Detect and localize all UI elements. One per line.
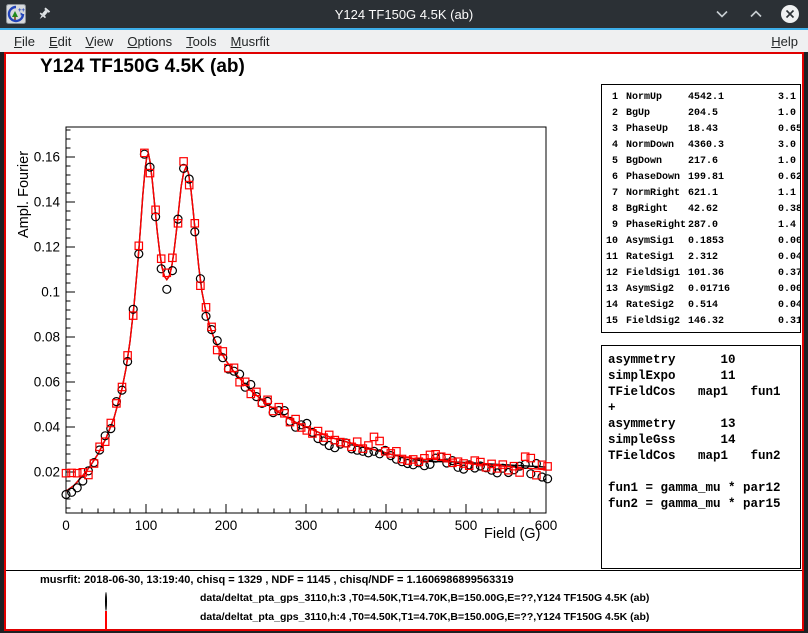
theory-line: TFieldCos map1 fun1 (608, 384, 800, 400)
data-markers-circles (62, 150, 552, 498)
close-icon (781, 5, 799, 23)
legend-entry-run2: data/deltat_pta_gps_3110,h:4 ,T0=4.50K,T… (6, 611, 802, 625)
parameter-row: 3PhaseUp18.430.65 (602, 122, 800, 138)
parameter-row: 13AsymSig20.017160.00098 (602, 282, 800, 298)
theory-line: TFieldCos map1 fun2 (608, 448, 800, 464)
svg-text:0.02: 0.02 (34, 465, 60, 480)
parameter-row: 6PhaseDown199.810.62 (602, 170, 800, 186)
footer-separator-line (6, 570, 802, 571)
svg-text:0.06: 0.06 (34, 375, 60, 390)
window-title: Y124 TF150G 4.5K (ab) (0, 7, 808, 22)
theory-line: fun1 = gamma_mu * par12 (608, 480, 800, 496)
parameter-row: 9PhaseRight287.01.4 (602, 218, 800, 234)
theory-line: fun2 = gamma_mu * par15 (608, 496, 800, 512)
theory-line: simpleGss 14 (608, 432, 800, 448)
svg-text:300: 300 (295, 518, 318, 533)
plot-axes: 0 100 200 300 400 500 600 0.02 0.04 0.06 0.08 0.1 0.… (34, 127, 558, 533)
pin-icon[interactable] (36, 6, 52, 22)
legend-label-run2: data/deltat_pta_gps_3110,h:4 ,T0=4.50K,T… (200, 611, 649, 623)
parameter-row: 14RateSig20.5140.045 (602, 298, 800, 314)
fit-parameters-box: 1NormUp4542.13.12BgUp204.51.03PhaseUp18.… (601, 84, 801, 333)
parameter-row: 5BgDown217.61.0 (602, 154, 800, 170)
circle-marker-icon (105, 593, 107, 611)
parameter-row: 11RateSig12.3120.043 (602, 250, 800, 266)
square-marker-icon (105, 612, 107, 630)
svg-text:100: 100 (135, 518, 158, 533)
svg-text:0.16: 0.16 (34, 149, 60, 164)
svg-text:400: 400 (375, 518, 398, 533)
close-button[interactable] (780, 4, 800, 24)
theory-function-box: asymmetry 10simplExpo 11TFieldCos map1 f… (601, 345, 801, 569)
maximize-button[interactable] (746, 4, 766, 24)
svg-text:200: 200 (215, 518, 238, 533)
svg-text:600: 600 (535, 518, 558, 533)
svg-text:0.08: 0.08 (34, 329, 60, 344)
parameter-row: 8BgRight42.620.38 (602, 202, 800, 218)
menubar: File Edit View Options Tools Musrfit Hel… (0, 30, 808, 52)
menu-view[interactable]: View (85, 34, 113, 49)
menu-musrfit[interactable]: Musrfit (231, 34, 270, 49)
theory-line: simplExpo 11 (608, 368, 800, 384)
fit-curve-red (66, 154, 546, 492)
theory-line (608, 464, 800, 480)
fit-curve-black (66, 154, 546, 492)
fit-statistics-text: musrfit: 2018-06-30, 13:19:40, chisq = 1… (40, 574, 514, 586)
theory-line: + (608, 400, 800, 416)
parameter-row: 2BgUp204.51.0 (602, 106, 800, 122)
parameter-row: 4NormDown4360.33.0 (602, 138, 800, 154)
svg-text:0.1: 0.1 (41, 284, 60, 299)
svg-text:0.14: 0.14 (34, 194, 61, 209)
menu-edit[interactable]: Edit (49, 34, 71, 49)
application-window: ++ Y124 TF150G 4.5K (ab) (0, 0, 808, 633)
parameter-row: 7NormRight621.11.1 (602, 186, 800, 202)
parameter-row: 1NormUp4542.13.1 (602, 90, 800, 106)
svg-text:0: 0 (62, 518, 70, 533)
parameter-row: 15FieldSig2146.320.31 (602, 314, 800, 330)
menu-file[interactable]: File (14, 34, 35, 49)
menu-help[interactable]: Help (771, 34, 798, 49)
legend-entry-run1: data/deltat_pta_gps_3110,h:3 ,T0=4.50K,T… (6, 592, 802, 606)
svg-text:0.12: 0.12 (34, 239, 60, 254)
minimize-button[interactable] (712, 4, 732, 24)
parameter-row: 12FieldSig1101.360.37 (602, 266, 800, 282)
menu-options[interactable]: Options (127, 34, 172, 49)
theory-line: asymmetry 13 (608, 416, 800, 432)
theory-line: asymmetry 10 (608, 352, 800, 368)
svg-text:0.04: 0.04 (34, 420, 61, 435)
svg-text:500: 500 (455, 518, 478, 533)
legend-label-run1: data/deltat_pta_gps_3110,h:3 ,T0=4.50K,T… (200, 592, 649, 604)
data-markers-squares (62, 149, 551, 479)
root-canvas[interactable]: Y124 TF150G 4.5K (ab) Ampl. Fourier Fiel… (4, 52, 804, 631)
root-app-icon: ++ (6, 4, 26, 24)
window-titlebar: ++ Y124 TF150G 4.5K (ab) (0, 0, 808, 28)
parameter-row: 10AsymSig10.18530.0028 (602, 234, 800, 250)
svg-text:++: ++ (18, 8, 26, 14)
menu-tools[interactable]: Tools (186, 34, 216, 49)
